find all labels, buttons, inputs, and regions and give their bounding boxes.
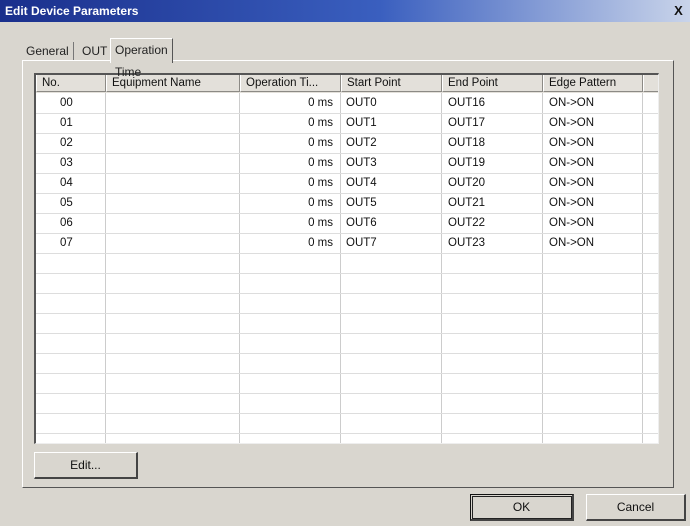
cell-start-point: OUT7 bbox=[346, 237, 377, 249]
cell-no: 00 bbox=[60, 97, 73, 109]
cell-start-point: OUT1 bbox=[346, 117, 377, 129]
row-divider bbox=[36, 333, 658, 334]
cell-operation-time: 0 ms bbox=[308, 117, 333, 129]
cell-edge-pattern: ON->ON bbox=[549, 97, 595, 109]
cell-operation-time: 0 ms bbox=[308, 97, 333, 109]
cell-edge-pattern: ON->ON bbox=[549, 177, 595, 189]
cell-end-point: OUT19 bbox=[448, 157, 486, 169]
cell-equipment-name bbox=[106, 113, 240, 133]
cell-edge-pattern: ON->ON bbox=[549, 217, 595, 229]
table-row[interactable]: 07 0 ms OUT7 OUT23 ON->ON bbox=[36, 233, 658, 253]
edit-button-label: Edit... bbox=[70, 458, 101, 472]
cell-start-point: OUT5 bbox=[346, 197, 377, 209]
title-bar: Edit Device Parameters X bbox=[0, 0, 690, 22]
cell-equipment-name bbox=[106, 193, 240, 213]
column-header-edge-pattern[interactable]: Edge Pattern bbox=[543, 75, 643, 92]
operation-time-list[interactable]: No. Equipment Name Operation Ti... Start… bbox=[34, 73, 659, 444]
cell-operation-time: 0 ms bbox=[308, 157, 333, 169]
column-header-filler bbox=[643, 75, 658, 92]
table-row[interactable]: 03 0 ms OUT3 OUT19 ON->ON bbox=[36, 153, 658, 173]
window-title: Edit Device Parameters bbox=[5, 4, 139, 18]
table-row[interactable]: 04 0 ms OUT4 OUT20 ON->ON bbox=[36, 173, 658, 193]
cell-edge-pattern: ON->ON bbox=[549, 197, 595, 209]
cell-operation-time: 0 ms bbox=[308, 237, 333, 249]
tab-general[interactable]: General bbox=[22, 42, 74, 60]
table-row[interactable]: 02 0 ms OUT2 OUT18 ON->ON bbox=[36, 133, 658, 153]
cell-end-point: OUT18 bbox=[448, 137, 486, 149]
ok-button[interactable]: OK bbox=[470, 494, 574, 521]
row-divider bbox=[36, 313, 658, 314]
cell-end-point: OUT22 bbox=[448, 217, 486, 229]
cell-end-point: OUT17 bbox=[448, 117, 486, 129]
ok-button-label: OK bbox=[512, 500, 531, 514]
cell-equipment-name bbox=[106, 173, 240, 193]
row-divider bbox=[36, 433, 658, 434]
column-header-operation-time[interactable]: Operation Ti... bbox=[240, 75, 341, 92]
cell-operation-time: 0 ms bbox=[308, 177, 333, 189]
cell-edge-pattern: ON->ON bbox=[549, 137, 595, 149]
cell-edge-pattern: ON->ON bbox=[549, 237, 595, 249]
cell-no: 05 bbox=[60, 197, 73, 209]
cell-equipment-name bbox=[106, 133, 240, 153]
cell-no: 06 bbox=[60, 217, 73, 229]
cell-end-point: OUT20 bbox=[448, 177, 486, 189]
cell-edge-pattern: ON->ON bbox=[549, 157, 595, 169]
cell-start-point: OUT0 bbox=[346, 97, 377, 109]
cell-no: 02 bbox=[60, 137, 73, 149]
cell-no: 01 bbox=[60, 117, 73, 129]
table-row[interactable]: 06 0 ms OUT6 OUT22 ON->ON bbox=[36, 213, 658, 233]
tab-out[interactable]: OUT bbox=[78, 42, 111, 60]
column-header-end-point[interactable]: End Point bbox=[442, 75, 543, 92]
cell-start-point: OUT3 bbox=[346, 157, 377, 169]
column-header-start-point[interactable]: Start Point bbox=[341, 75, 442, 92]
cell-start-point: OUT4 bbox=[346, 177, 377, 189]
cell-operation-time: 0 ms bbox=[308, 217, 333, 229]
cell-operation-time: 0 ms bbox=[308, 197, 333, 209]
cancel-button-label: Cancel bbox=[616, 500, 655, 514]
cell-end-point: OUT23 bbox=[448, 237, 486, 249]
cell-end-point: OUT16 bbox=[448, 97, 486, 109]
table-row[interactable]: 01 0 ms OUT1 OUT17 ON->ON bbox=[36, 113, 658, 133]
table-row[interactable]: 05 0 ms OUT5 OUT21 ON->ON bbox=[36, 193, 658, 213]
cell-equipment-name bbox=[106, 93, 240, 113]
row-divider bbox=[36, 293, 658, 294]
close-icon[interactable]: X bbox=[671, 3, 686, 18]
row-divider bbox=[36, 373, 658, 374]
cell-no: 04 bbox=[60, 177, 73, 189]
cell-equipment-name bbox=[106, 213, 240, 233]
row-divider bbox=[36, 393, 658, 394]
cell-start-point: OUT2 bbox=[346, 137, 377, 149]
table-row[interactable]: 00 0 ms OUT0 OUT16 ON->ON bbox=[36, 93, 658, 113]
cancel-button[interactable]: Cancel bbox=[586, 494, 686, 521]
cell-equipment-name bbox=[106, 153, 240, 173]
cell-edge-pattern: ON->ON bbox=[549, 117, 595, 129]
cell-operation-time: 0 ms bbox=[308, 137, 333, 149]
row-divider bbox=[36, 253, 658, 254]
row-divider bbox=[36, 273, 658, 274]
edit-button[interactable]: Edit... bbox=[34, 452, 138, 479]
cell-no: 07 bbox=[60, 237, 73, 249]
cell-no: 03 bbox=[60, 157, 73, 169]
row-divider bbox=[36, 413, 658, 414]
cell-end-point: OUT21 bbox=[448, 197, 486, 209]
column-header-no[interactable]: No. bbox=[36, 75, 106, 92]
cell-equipment-name bbox=[106, 233, 240, 253]
tab-operation-time[interactable]: Operation Time bbox=[110, 38, 173, 79]
row-divider bbox=[36, 353, 658, 354]
cell-start-point: OUT6 bbox=[346, 217, 377, 229]
